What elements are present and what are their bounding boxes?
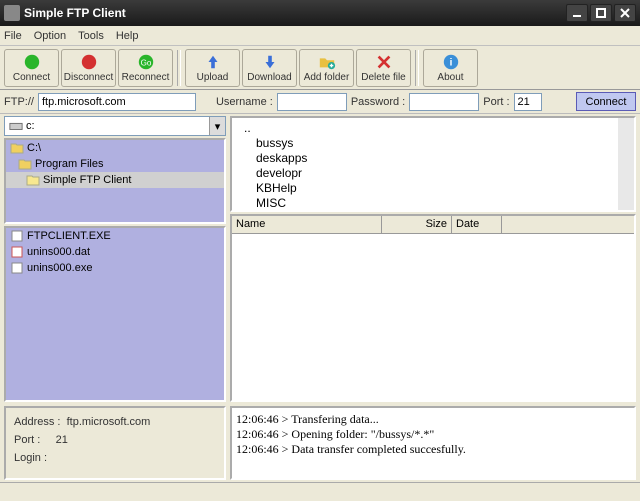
deletefile-button[interactable]: Delete file — [356, 49, 411, 87]
reconnect-button[interactable]: Go Reconnect — [118, 49, 173, 87]
menu-help[interactable]: Help — [116, 30, 139, 42]
connect-icon — [23, 53, 41, 71]
disconnect-icon — [80, 53, 98, 71]
password-label: Password : — [351, 96, 405, 108]
drive-icon — [9, 120, 23, 132]
drive-select[interactable]: c: ▾ — [4, 116, 226, 136]
remote-file-table[interactable]: Name Size Date — [230, 214, 636, 402]
svg-text:Go: Go — [140, 58, 151, 67]
maximize-button[interactable] — [590, 4, 612, 22]
folder-icon — [18, 158, 32, 170]
folder-tree[interactable]: C:\ Program Files Simple FTP Client — [4, 138, 226, 224]
tree-item[interactable]: Simple FTP Client — [43, 174, 131, 186]
username-input[interactable] — [277, 93, 347, 111]
minimize-button[interactable] — [566, 4, 588, 22]
reconnect-icon: Go — [137, 53, 155, 71]
titlebar: Simple FTP Client — [0, 0, 640, 26]
col-name[interactable]: Name — [232, 216, 382, 233]
delete-icon — [375, 53, 393, 71]
toolbar-divider — [415, 50, 419, 86]
col-size[interactable]: Size — [382, 216, 452, 233]
list-item[interactable]: .. — [238, 120, 628, 135]
log-line: 12:06:46 > Opening folder: "/bussys/*.*" — [236, 427, 630, 442]
connect-submit-button[interactable]: Connect — [576, 92, 636, 111]
menu-option[interactable]: Option — [34, 30, 66, 42]
download-icon — [261, 53, 279, 71]
toolbar: Connect Disconnect Go Reconnect Upload D… — [0, 46, 640, 90]
table-header: Name Size Date — [232, 216, 634, 234]
close-button[interactable] — [614, 4, 636, 22]
ftp-address-input[interactable] — [38, 93, 196, 111]
log-panel: 12:06:46 > Transfering data... 12:06:46 … — [230, 406, 636, 480]
chevron-down-icon[interactable]: ▾ — [209, 117, 225, 135]
list-item[interactable]: unins000.dat — [27, 246, 90, 258]
about-icon: i — [442, 53, 460, 71]
window-title: Simple FTP Client — [24, 6, 564, 20]
log-line: 12:06:46 > Transfering data... — [236, 412, 630, 427]
connection-info-panel: Address : ftp.microsoft.com Port : 21 Lo… — [4, 406, 226, 480]
menu-tools[interactable]: Tools — [78, 30, 104, 42]
tree-item[interactable]: Program Files — [35, 158, 103, 170]
list-item[interactable]: unins000.exe — [27, 262, 92, 274]
username-label: Username : — [216, 96, 273, 108]
address-bar: FTP:// Username : Password : Port : Conn… — [0, 90, 640, 114]
table-body — [232, 234, 634, 400]
list-item[interactable]: FTPCLIENT.EXE — [27, 230, 111, 242]
about-button[interactable]: i About — [423, 49, 478, 87]
list-item[interactable]: developr — [238, 165, 628, 180]
menubar: File Option Tools Help — [0, 26, 640, 46]
list-item[interactable]: bussys — [238, 135, 628, 150]
app-icon — [4, 5, 20, 21]
file-icon — [10, 230, 24, 242]
addfolder-icon — [318, 53, 336, 71]
upload-button[interactable]: Upload — [185, 49, 240, 87]
port-label: Port : — [483, 96, 509, 108]
tree-item[interactable]: C:\ — [27, 142, 41, 154]
status-bar — [0, 482, 640, 498]
local-file-list[interactable]: FTPCLIENT.EXE unins000.dat unins000.exe — [4, 226, 226, 402]
addfolder-button[interactable]: Add folder — [299, 49, 354, 87]
col-date[interactable]: Date — [452, 216, 502, 233]
menu-file[interactable]: File — [4, 30, 22, 42]
connect-button[interactable]: Connect — [4, 49, 59, 87]
password-input[interactable] — [409, 93, 479, 111]
folder-icon — [10, 142, 24, 154]
disconnect-button[interactable]: Disconnect — [61, 49, 116, 87]
folder-open-icon — [26, 174, 40, 186]
log-line: 12:06:46 > Data transfer completed succe… — [236, 442, 630, 457]
ftp-label: FTP:// — [4, 96, 34, 108]
file-icon — [10, 246, 24, 258]
port-input[interactable] — [514, 93, 542, 111]
scrollbar[interactable] — [618, 118, 634, 210]
svg-text:i: i — [449, 57, 452, 68]
remote-folder-list[interactable]: .. bussys deskapps developr KBHelp MISC — [230, 116, 636, 212]
toolbar-divider — [177, 50, 181, 86]
upload-icon — [204, 53, 222, 71]
file-icon — [10, 262, 24, 274]
list-item[interactable]: MISC — [238, 195, 628, 210]
list-item[interactable]: deskapps — [238, 150, 628, 165]
download-button[interactable]: Download — [242, 49, 297, 87]
list-item[interactable]: KBHelp — [238, 180, 628, 195]
